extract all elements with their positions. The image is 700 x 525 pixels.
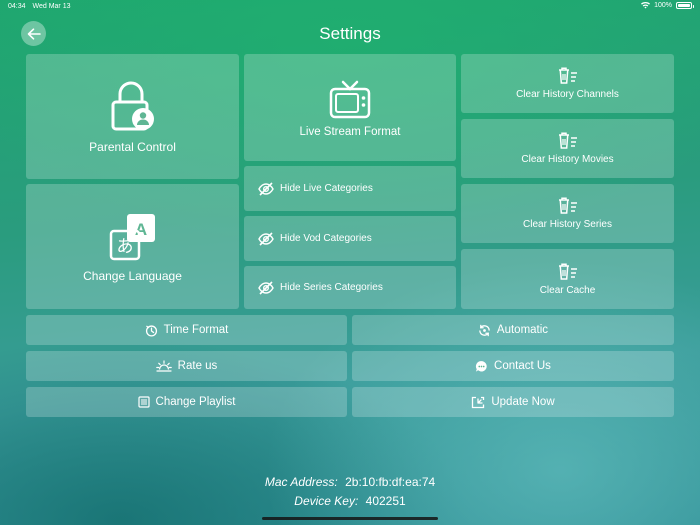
- live-stream-format-label: Live Stream Format: [299, 125, 401, 138]
- hide-live-categories-tile[interactable]: Hide Live Categories: [244, 166, 456, 211]
- rate-us-label: Rate us: [177, 360, 218, 372]
- home-indicator[interactable]: [262, 517, 438, 520]
- clear-cache-label: Clear Cache: [539, 284, 596, 296]
- automatic-label: Automatic: [496, 324, 549, 336]
- automatic-button[interactable]: Automatic: [352, 315, 674, 345]
- change-language-label: Change Language: [83, 268, 182, 283]
- clear-history-channels-tile[interactable]: Clear History Channels: [461, 54, 674, 113]
- trash-list-icon: [558, 132, 578, 149]
- live-stream-format-tile[interactable]: Live Stream Format: [244, 54, 456, 161]
- page-title: Settings: [319, 24, 381, 43]
- lock-user-icon: [108, 80, 158, 132]
- tv-icon: [328, 78, 372, 120]
- battery-percent: 100%: [654, 2, 672, 9]
- svg-text:A: A: [134, 220, 146, 239]
- timer-icon: [145, 324, 158, 337]
- change-playlist-button[interactable]: Change Playlist: [26, 387, 347, 417]
- refresh-icon: [478, 324, 491, 337]
- svg-text:あ: あ: [116, 237, 133, 257]
- device-key-value: 402251: [365, 494, 406, 508]
- clear-history-series-tile[interactable]: Clear History Series: [461, 184, 674, 243]
- eye-off-icon: [258, 231, 274, 246]
- status-time: 04:34: [8, 3, 26, 10]
- contact-us-button[interactable]: Contact Us: [352, 351, 674, 381]
- contact-us-label: Contact Us: [494, 360, 551, 372]
- list-icon: [137, 396, 150, 408]
- clear-history-channels-label: Clear History Channels: [516, 89, 619, 100]
- clear-history-series-label: Clear History Series: [523, 219, 612, 230]
- hide-vod-categories-label: Hide Vod Categories: [280, 233, 372, 244]
- status-left: 04:34 Wed Mar 13: [8, 3, 75, 10]
- trash-list-icon: [558, 67, 578, 84]
- wifi-icon: [641, 2, 651, 9]
- hide-vod-categories-tile[interactable]: Hide Vod Categories: [244, 216, 456, 261]
- clear-history-movies-tile[interactable]: Clear History Movies: [461, 119, 674, 178]
- update-now-label: Update Now: [491, 396, 555, 408]
- change-playlist-label: Change Playlist: [155, 396, 236, 408]
- hide-series-categories-tile[interactable]: Hide Series Categories: [244, 266, 456, 309]
- hide-live-categories-label: Hide Live Categories: [280, 183, 373, 194]
- change-language-tile[interactable]: A あ Change Language: [26, 184, 239, 309]
- mac-address-value: 2b:10:fb:df:ea:74: [345, 475, 436, 489]
- trash-list-icon: [558, 197, 578, 214]
- rate-us-button[interactable]: Rate us: [26, 351, 347, 381]
- battery-icon: [676, 2, 694, 9]
- time-format-label: Time Format: [163, 324, 229, 336]
- translate-icon: A あ: [107, 211, 159, 263]
- status-bar: 04:34 Wed Mar 13 100%: [0, 0, 700, 14]
- device-key-label: Device Key:: [294, 494, 359, 508]
- chat-icon: [475, 360, 488, 373]
- clear-cache-tile[interactable]: Clear Cache: [461, 249, 674, 309]
- eye-off-icon: [258, 280, 274, 295]
- mac-address-row: Mac Address: 2b:10:fb:df:ea:74: [0, 475, 700, 489]
- eye-off-icon: [258, 181, 274, 196]
- download-icon: [471, 396, 485, 409]
- trash-list-icon: [558, 263, 578, 280]
- status-date: Wed Mar 13: [32, 3, 71, 10]
- status-right: 100%: [641, 2, 694, 9]
- time-format-button[interactable]: Time Format: [26, 315, 347, 345]
- sunrise-icon: [155, 360, 172, 372]
- parental-control-tile[interactable]: Parental Control: [26, 54, 239, 179]
- mac-address-label: Mac Address:: [264, 475, 338, 489]
- hide-series-categories-label: Hide Series Categories: [280, 282, 383, 293]
- device-key-row: Device Key: 402251: [0, 494, 700, 508]
- parental-control-label: Parental Control: [89, 139, 176, 154]
- clear-history-movies-label: Clear History Movies: [521, 154, 614, 165]
- update-now-button[interactable]: Update Now: [352, 387, 674, 417]
